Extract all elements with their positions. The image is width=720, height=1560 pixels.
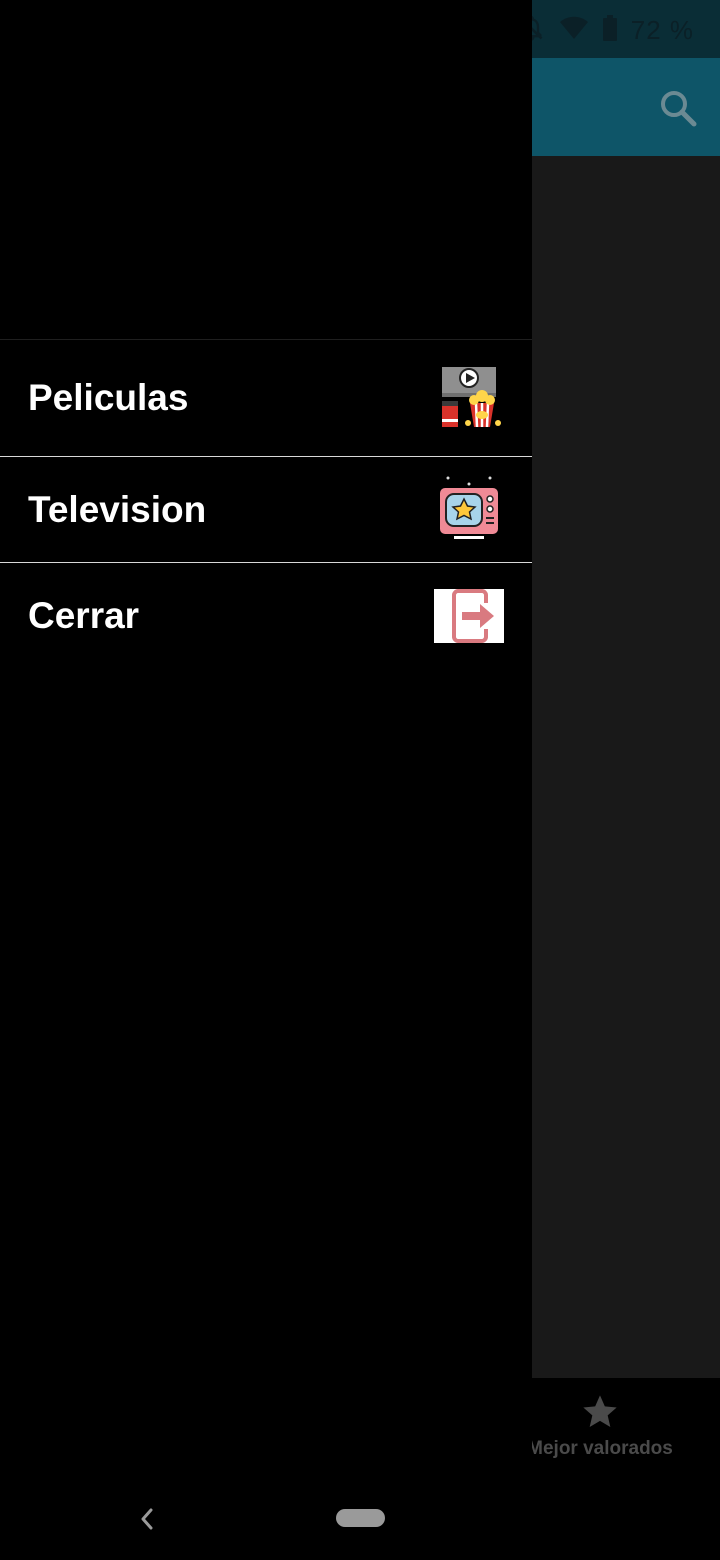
movies-icon — [434, 363, 504, 433]
system-navigation-bar — [0, 1480, 720, 1560]
status-icons: 72 % — [517, 12, 694, 48]
drawer-item-peliculas[interactable]: Peliculas — [0, 340, 532, 457]
nav-top-rated-label: Mejor valorados — [527, 1438, 673, 1459]
wifi-icon — [559, 15, 589, 46]
drawer-item-cerrar[interactable]: Cerrar — [0, 563, 532, 669]
television-icon — [434, 475, 504, 545]
star-icon — [580, 1392, 620, 1432]
battery-icon — [602, 14, 617, 46]
drawer-item-label: Cerrar — [28, 595, 140, 636]
screen: 72 % Mejor valorados Peliculas Televisio… — [0, 0, 720, 1560]
battery-percentage: 72 % — [630, 14, 694, 45]
drawer-menu: Peliculas Television Cerrar — [0, 340, 532, 669]
logout-icon — [434, 581, 504, 651]
back-icon[interactable] — [136, 1506, 158, 1532]
drawer-header — [0, 0, 532, 340]
search-icon[interactable] — [658, 88, 698, 128]
navigation-drawer: Peliculas Television Cerrar — [0, 0, 532, 1480]
home-button[interactable] — [336, 1509, 385, 1527]
drawer-item-label: Television — [28, 488, 207, 530]
drawer-item-television[interactable]: Television — [0, 457, 532, 563]
drawer-item-label: Peliculas — [28, 377, 189, 418]
nav-top-rated[interactable]: Mejor valorados — [520, 1392, 680, 1460]
